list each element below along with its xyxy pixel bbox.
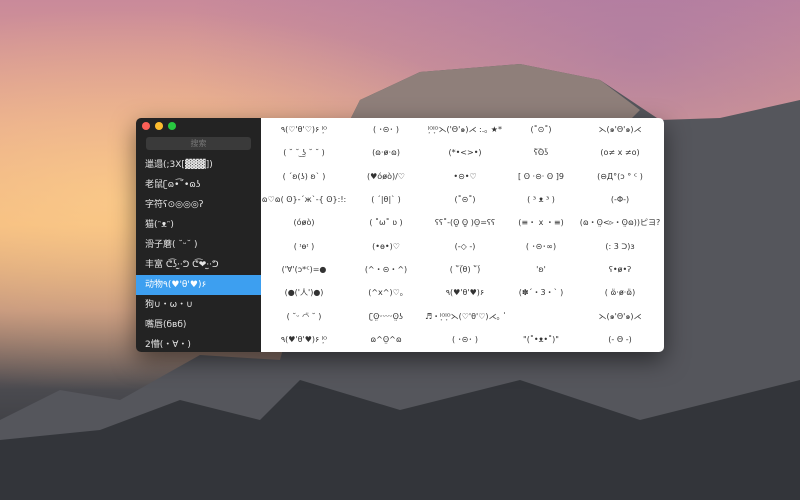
kaomoji-cell[interactable]: ( ˘ᵕ ◠̈ ˘ ) (287, 312, 322, 321)
kaomoji-cell[interactable]: ٩(♥'θ'♥)۶ ˡ͙ᴼ (281, 335, 327, 344)
kaomoji-cell[interactable]: ٩(♥'θ'♥)۶ (446, 288, 484, 297)
kaomoji-cell[interactable]: [ ʘ ·⊝· ʘ ]9 (518, 172, 564, 181)
kaomoji-cell[interactable]: (^・⊝・^) (365, 264, 407, 275)
kaomoji-cell[interactable]: (˚⊙˚) (531, 125, 552, 134)
sidebar-item[interactable]: 猫(ᵔᴥᵔ) (136, 215, 261, 235)
close-button[interactable] (142, 122, 150, 130)
kaomoji-cell[interactable]: 'ʚ' (536, 265, 546, 274)
sidebar-item-selected[interactable]: 动物٩(♥'θ'♥)۶ (136, 275, 261, 295)
kaomoji-cell[interactable]: ( ´|θ|` ) (371, 195, 401, 204)
kaomoji-cell[interactable]: (óɵ̷ò) (294, 218, 315, 227)
kaomoji-cell[interactable]: (*•<>•) (448, 148, 481, 157)
kaomoji-cell[interactable]: ( ɷ̈·ɵ̷·ɷ̈) (605, 288, 635, 297)
kaomoji-cell[interactable]: ( ˘ ˘ ͜ʖ ˘ ˘ ) (283, 148, 325, 157)
sidebar-item[interactable]: 丰富 ᕦ͡ʖ·̫·ᕤ ᕦ͡❤·̫·ᕤ (136, 255, 261, 275)
kaomoji-cell[interactable]: ʕ͡ʘʖ͡ (534, 148, 548, 157)
kaomoji-cell[interactable]: (: 3 ᑐ)ɜ (605, 242, 634, 251)
kaomoji-cell[interactable]: (•ɵ•)♡ (372, 242, 400, 251)
kaomoji-cell[interactable]: ( ˚ω˚ ʋ ) (369, 218, 402, 227)
kaomoji-cell[interactable]: ɷ^ʘ̤^ɷ (370, 335, 401, 344)
kaomoji-grid: ٩(♡'θ'♡)۶ ˡ͙ᴼ ( ･⊝･ ) ˡ͙ᴼˡ͙ᴼ⋋('Θ'๑)⋌ :.｡ ★… (261, 118, 664, 352)
kaomoji-cell[interactable]: ( ᶦɵᶦ ) (294, 242, 314, 251)
kaomoji-cell[interactable]: ('∀'(ↄ*ᑦ)=● (282, 265, 327, 274)
sidebar-item[interactable]: 邋遢(;3X[▓▓▓]) (136, 155, 261, 175)
kaomoji-cell[interactable]: (˚⊝˚) (455, 195, 476, 204)
kaomoji-cell[interactable]: (ɷ·ɵ̷·ɷ) (372, 148, 400, 157)
app-window: 搜索 邋遢(;3X[▓▓▓]) 老鼠ʗɷ•͡˘•ɷʖ 字符ʕ⊙◎◎◎ʔ 猫(ᵔᴥ… (136, 118, 664, 352)
kaomoji-cell[interactable]: (o≠ x ≠o) (600, 148, 639, 157)
kaomoji-cell[interactable]: (⊖Д°(ↄ ° ᑦ ) (597, 172, 643, 181)
sidebar: 搜索 邋遢(;3X[▓▓▓]) 老鼠ʗɷ•͡˘•ɷʖ 字符ʕ⊙◎◎◎ʔ 猫(ᵔᴥ… (136, 118, 261, 352)
kaomoji-cell[interactable]: (^x^)♡｡ (368, 287, 404, 298)
kaomoji-cell[interactable]: ʗʘ̤ᵕᵕᵕᵕʘ̤ʖ (369, 312, 403, 321)
sidebar-item[interactable]: 滑子蘑( ˘ᵕ˘ ) (136, 235, 261, 255)
kaomoji-cell[interactable]: ⋋(๑'Θ'๑)⋌ (598, 310, 641, 323)
kaomoji-cell[interactable]: (≡・ x ・≡) (518, 217, 563, 228)
kaomoji-cell[interactable]: ʕʕ˚-(ʘ̤̮ ʘ̤̮ )ʘ̤=ʕʕ (435, 218, 495, 227)
kaomoji-cell[interactable]: (-◇ -) (455, 242, 476, 251)
kaomoji-cell[interactable]: (♥óɵ̷ò)/♡ (367, 172, 405, 181)
sidebar-item[interactable]: 狗∪・ω・∪ (136, 295, 261, 315)
kaomoji-cell[interactable]: ٩(♡'θ'♡)۶ ˡ͙ᴼ (281, 125, 327, 134)
kaomoji-cell[interactable]: •⊝•♡ (453, 172, 476, 181)
kaomoji-cell[interactable]: (●('人')●) (285, 287, 324, 298)
kaomoji-cell[interactable]: ( ･⊝･ ) (373, 124, 399, 135)
kaomoji-cell[interactable]: ʕ•ɵ̷•ʔ (609, 265, 632, 274)
kaomoji-cell[interactable]: ⋋(๑'Θ'๑)⋌ (598, 123, 641, 136)
kaomoji-cell[interactable]: ♬・ˡ͙ᴼˡ͙ᴼ⋋(♡'θ'♡)⋌｡ ˚ ˡ͙ᴼ⋯ (425, 311, 505, 322)
zoom-button[interactable] (168, 122, 176, 130)
kaomoji-cell[interactable]: ( ･⊝･∞) (526, 241, 556, 252)
sidebar-item[interactable]: 字符ʕ⊙◎◎◎ʔ (136, 195, 261, 215)
kaomoji-cell[interactable]: (- Θ -) (608, 335, 631, 344)
kaomoji-cell[interactable]: (✽´・3・` ) (519, 287, 564, 298)
minimize-button[interactable] (155, 122, 163, 130)
kaomoji-cell[interactable]: (-Φ-) (611, 195, 629, 204)
sidebar-item[interactable]: 2懵(・∀・) (136, 335, 261, 352)
kaomoji-cell[interactable]: ˡ͙ᴼˡ͙ᴼ⋋('Θ'๑)⋌ :.｡ ★* (428, 123, 502, 136)
kaomoji-cell[interactable]: ( ³ ᴥ ³ ) (527, 195, 555, 204)
kaomoji-cell[interactable]: "(˚•ᴥ•˚)" (523, 335, 559, 344)
sidebar-item[interactable]: 嘴唇(бвб) (136, 315, 261, 335)
kaomoji-cell[interactable]: ( ･⊝･ ) (452, 334, 478, 345)
search-input[interactable]: 搜索 (146, 137, 251, 150)
kaomoji-cell[interactable]: (ɷ・ʘ̤<▹・ʘ̤ɷ))ピヨ? (580, 217, 661, 228)
kaomoji-cell[interactable]: ( ˘͡(θ) ˘͡) (450, 265, 480, 274)
sidebar-item[interactable]: 老鼠ʗɷ•͡˘•ɷʖ (136, 175, 261, 195)
kaomoji-cell[interactable]: ( ´ʚ(ʖ) ʚ` ) (283, 172, 326, 181)
kaomoji-cell[interactable]: ɷ♡ɷ( ʘ}‐´ж`‐{ ʘ}:!: (262, 195, 346, 204)
